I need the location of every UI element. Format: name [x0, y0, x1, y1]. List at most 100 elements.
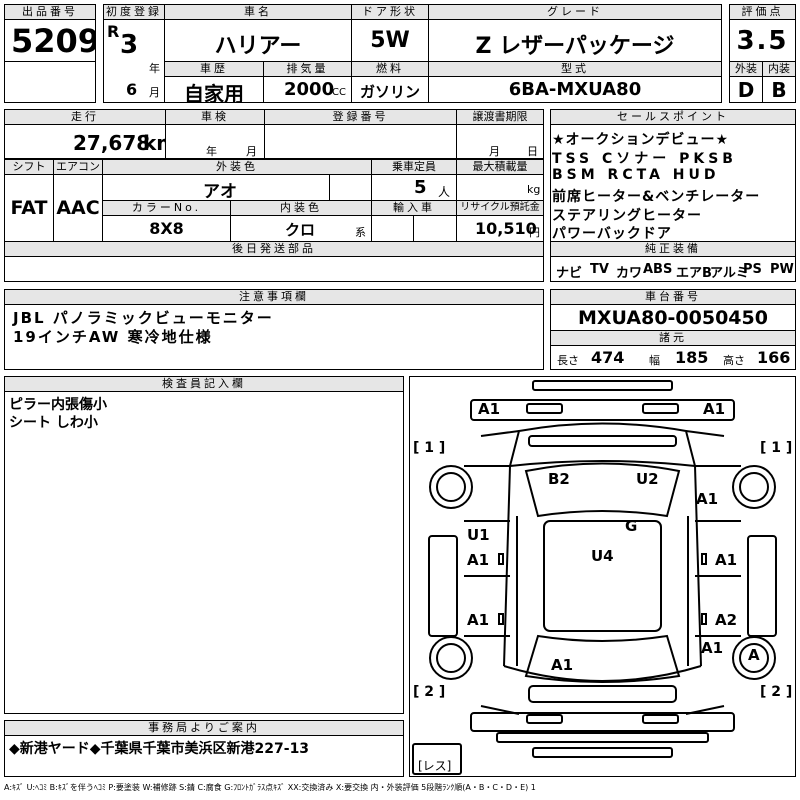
diagram-bracket-front-left: [ 1 ]: [413, 440, 446, 456]
capacity-value: 5: [414, 177, 427, 198]
diagram-spare-label: [レス]: [418, 759, 452, 773]
history-cell: 自家用: [164, 76, 264, 103]
header-chassis-no: 車台番号: [550, 289, 796, 305]
header-ext-color: 外装色: [102, 159, 372, 175]
header-door-type: ドア形状: [351, 4, 429, 20]
score-value: 3.5: [736, 26, 789, 56]
chassis-no-value: MXUA80-0050450: [578, 307, 768, 329]
office-notice: ◆新港ヤード◆千葉県千葉市美浜区新港227-13: [9, 741, 310, 757]
plate-cell: [264, 124, 457, 159]
specs-cell: 長さ 474 幅 185 高さ 166: [550, 345, 796, 370]
mileage-unit: km: [143, 131, 165, 155]
color-no-value: 8X8: [149, 219, 184, 238]
mark-roof-center: U4: [591, 547, 614, 565]
ext-color-cell: アオ: [102, 174, 330, 201]
inspection-cell: 年 月: [165, 124, 265, 159]
sales-point-item: BSM RCTA HUD: [552, 167, 720, 183]
color-no-cell: 8X8: [102, 215, 231, 242]
header-transfer-deadline: 譲渡書期限: [456, 109, 544, 125]
sales-point-item: ステアリングヒーター: [552, 208, 702, 224]
lot-no-value: 52099: [11, 22, 95, 60]
header-specs: 諸元: [550, 330, 796, 346]
diagram-bracket-rear-right: [ 2 ]: [760, 684, 793, 700]
header-history: 車歴: [164, 61, 264, 77]
sales-point-item: ★オークションデビュー★: [552, 132, 730, 148]
length-label: 長さ: [557, 354, 579, 367]
note-line: 19インチAW 寒冷地仕様: [13, 328, 213, 346]
header-interior: 内装: [762, 61, 796, 77]
ext-color-value: アオ: [203, 182, 237, 201]
capacity-unit: 人: [438, 185, 451, 199]
damage-legend: A:ｷｽﾞ U:ﾍｺﾐ B:ｷｽﾞを伴うﾍｺﾐ P:要塗装 W:補修跡 S:錆 …: [4, 783, 536, 792]
import-cell: [371, 215, 414, 242]
inspector-note: シート しわ小: [9, 415, 98, 431]
mark-roof-right: U2: [636, 470, 659, 488]
door-type-value: 5W: [370, 28, 410, 53]
chassis-no-cell: MXUA80-0050450: [550, 304, 796, 331]
header-int-color: 内装色: [230, 200, 372, 216]
interior-grade-value: B: [771, 78, 787, 102]
score-cell: 3.5: [729, 19, 796, 62]
equipment-abs: ABS: [643, 262, 673, 277]
inspector-note: ピラー内張傷小: [9, 397, 107, 413]
car-name-value: ハリアー: [214, 34, 302, 59]
recycle-unit: 円: [529, 226, 540, 239]
int-color-cell: クロ 系: [230, 215, 372, 242]
header-genuine-equipment: 純正装備: [550, 241, 796, 257]
mark-glass: G: [625, 517, 638, 535]
displacement-unit: CC: [332, 87, 346, 98]
diagram-bracket-front-right: [ 1 ]: [760, 440, 793, 456]
header-exterior: 外装: [729, 61, 763, 77]
car-damage-diagram: [412, 380, 777, 775]
sales-point-item: 前席ヒーター&ベンチレーター: [552, 189, 761, 205]
mark-front-right: A1: [703, 400, 726, 418]
header-first-reg: 初度登録: [103, 4, 165, 20]
mileage-cell: 27,678 km: [4, 124, 166, 159]
shift-cell: FAT: [4, 174, 54, 242]
first-reg-cell: R 3 年 6 月: [103, 19, 165, 103]
height-value: 166: [757, 348, 791, 367]
mark-roof-left: B2: [548, 470, 570, 488]
header-plate: 登録番号: [264, 109, 457, 125]
month-value: 6: [126, 80, 138, 99]
mileage-value: 27,678: [73, 131, 151, 155]
later-parts-cell: [4, 256, 544, 282]
capacity-cell: 5 人: [371, 174, 457, 201]
mark-door-right-a: A1: [715, 551, 738, 569]
max-load-unit: kg: [527, 183, 541, 196]
height-label: 高さ: [723, 354, 745, 367]
equipment-tv: TV: [590, 262, 609, 277]
equipment-ps: PS: [743, 262, 762, 277]
header-import: 輸入車: [371, 200, 457, 216]
header-displacement: 排気量: [263, 61, 352, 77]
aircon-cell: AAC: [53, 174, 103, 242]
era-value: R: [107, 22, 120, 41]
header-office: 事務局よりご案内: [4, 720, 404, 736]
transfer-month-unit: 月: [489, 145, 500, 158]
note-line: JBL パノラミックビューモニター: [13, 309, 274, 327]
length-value: 474: [591, 348, 625, 367]
grade-value: Z レザーパッケージ: [475, 34, 675, 59]
diagram-bracket-rear-left: [ 2 ]: [413, 684, 446, 700]
mark-quarter-right: A1: [701, 639, 724, 657]
mark-front-left: A1: [478, 400, 501, 418]
mark-door-left-a: A1: [467, 551, 490, 569]
header-car-name: 車名: [164, 4, 352, 20]
header-inspector: 検査員記入欄: [4, 376, 404, 392]
lot-no-blank: [4, 61, 96, 103]
mark-wheel-right: A: [748, 646, 760, 664]
exterior-grade-value: D: [737, 78, 755, 102]
equipment-airbag: エアB: [676, 266, 712, 281]
car-name-cell: ハリアー: [164, 19, 352, 62]
header-notes: 注意事項欄: [4, 289, 544, 305]
header-grade: グレード: [428, 4, 722, 20]
displacement-cell: 2000 CC: [263, 76, 352, 103]
import-cell-2: [413, 215, 457, 242]
header-score: 評価点: [729, 4, 796, 20]
aircon-value: AAC: [56, 197, 100, 219]
transfer-day-unit: 日: [527, 145, 538, 158]
sales-point-item: TSS Cソナー PKSB: [552, 151, 737, 167]
header-model-type: 型式: [428, 61, 722, 77]
mark-door-left-u: U1: [467, 526, 490, 544]
header-later-parts: 後日発送部品: [4, 241, 544, 257]
